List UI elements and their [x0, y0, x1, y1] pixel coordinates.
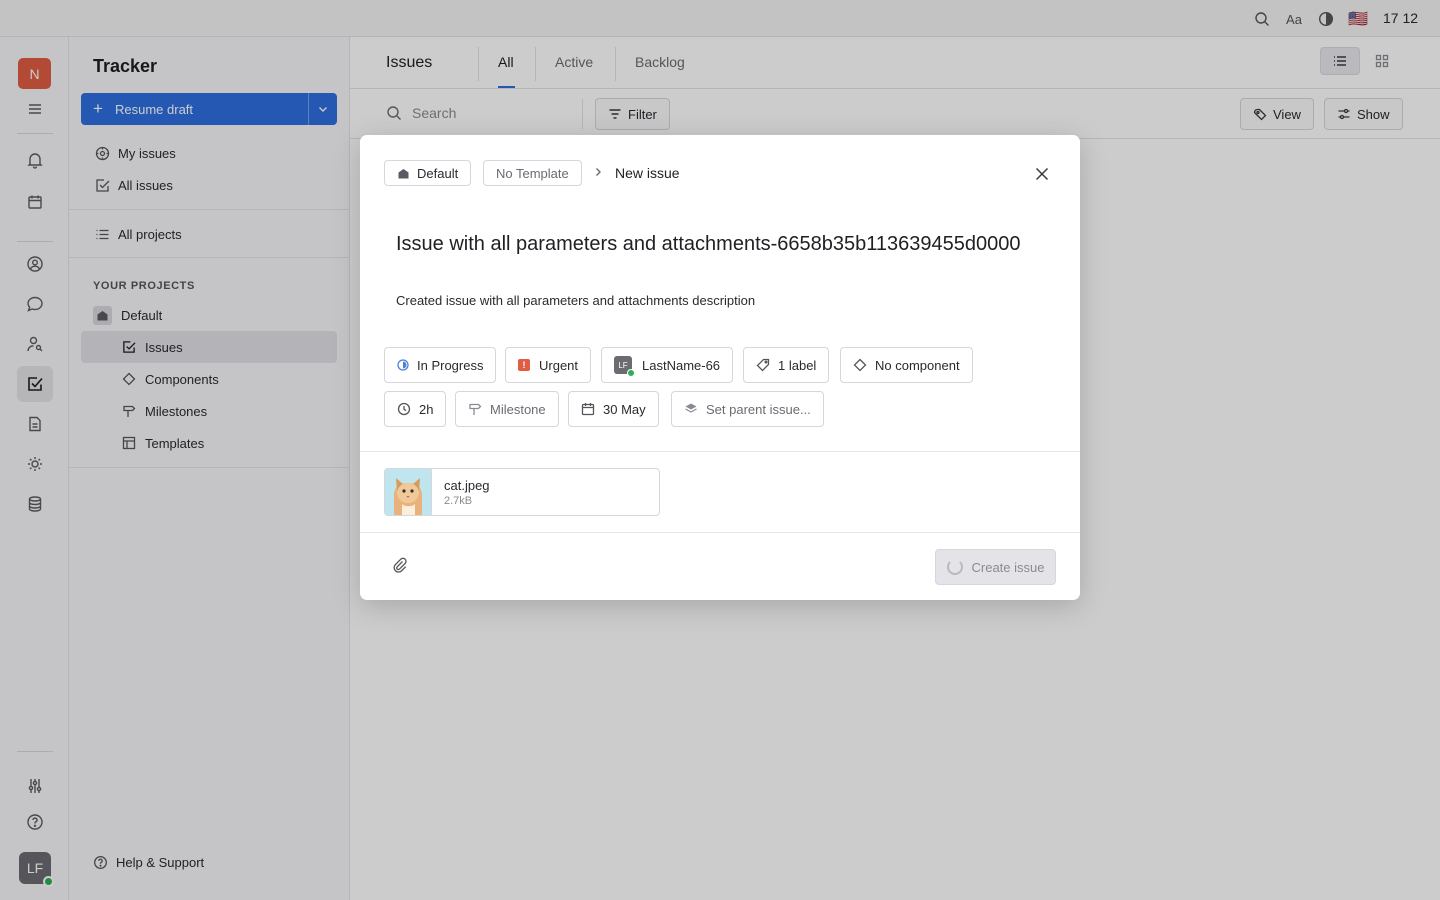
assignee-avatar: LF: [614, 356, 635, 377]
milestone-label: Milestone: [490, 401, 546, 417]
component-icon: [853, 358, 867, 372]
breadcrumb-current: New issue: [615, 165, 680, 181]
project-icon: [397, 167, 410, 180]
urgent-priority-icon: !: [518, 359, 530, 371]
loading-spinner-icon: [946, 559, 963, 575]
assignee-selector[interactable]: LF LastName-66: [601, 347, 734, 383]
create-issue-button[interactable]: Create issue: [935, 549, 1056, 585]
priority-selector[interactable]: ! Urgent: [505, 347, 592, 383]
issue-description-input[interactable]: Created issue with all parameters and at…: [396, 293, 755, 308]
calendar-icon: [581, 402, 595, 416]
parent-issue-selector[interactable]: Set parent issue...: [671, 391, 824, 427]
labels-label: 1 label: [778, 357, 817, 373]
clock-icon: [397, 402, 411, 416]
attachment-card[interactable]: cat.jpeg 2.7kB: [384, 468, 660, 516]
due-date-selector[interactable]: 30 May: [568, 391, 659, 427]
create-issue-label: Create issue: [971, 559, 1045, 575]
attachment-filename: cat.jpeg: [444, 478, 490, 493]
new-issue-dialog: Default No Template New issue Issue with…: [360, 135, 1080, 600]
milestone-selector[interactable]: Milestone: [455, 391, 559, 427]
tag-icon: [756, 358, 770, 372]
assignee-label: LastName-66: [642, 357, 721, 373]
assignee-initials: LF: [618, 360, 628, 370]
parent-issue-icon: [684, 402, 698, 416]
status-selector[interactable]: In Progress: [384, 347, 497, 383]
component-selector[interactable]: No component: [840, 347, 973, 383]
labels-selector[interactable]: 1 label: [743, 347, 830, 383]
estimation-selector[interactable]: 2h: [384, 391, 447, 427]
component-label: No component: [875, 357, 960, 373]
paperclip-icon[interactable]: [392, 557, 408, 573]
estimation-label: 2h: [419, 401, 434, 417]
project-selector-label: Default: [417, 165, 459, 181]
close-icon[interactable]: [1030, 162, 1054, 186]
template-selector-label: No Template: [496, 165, 569, 181]
parent-issue-label: Set parent issue...: [706, 401, 811, 417]
dialog-divider: [360, 532, 1080, 533]
template-selector[interactable]: No Template: [483, 160, 582, 186]
chevron-right-icon: [592, 166, 604, 178]
status-in-progress-icon: [397, 359, 409, 371]
dialog-divider: [360, 451, 1080, 452]
due-date-label: 30 May: [603, 401, 646, 417]
milestone-icon: [468, 402, 482, 416]
attachment-size: 2.7kB: [444, 495, 473, 507]
priority-label: Urgent: [539, 357, 579, 373]
status-label: In Progress: [417, 357, 484, 373]
online-indicator: [627, 369, 635, 377]
project-selector[interactable]: Default: [384, 160, 472, 186]
attachment-meta: cat.jpeg 2.7kB: [432, 469, 490, 515]
issue-title-input[interactable]: Issue with all parameters and attachment…: [396, 233, 1046, 256]
cat-image-thumbnail: [385, 469, 432, 515]
